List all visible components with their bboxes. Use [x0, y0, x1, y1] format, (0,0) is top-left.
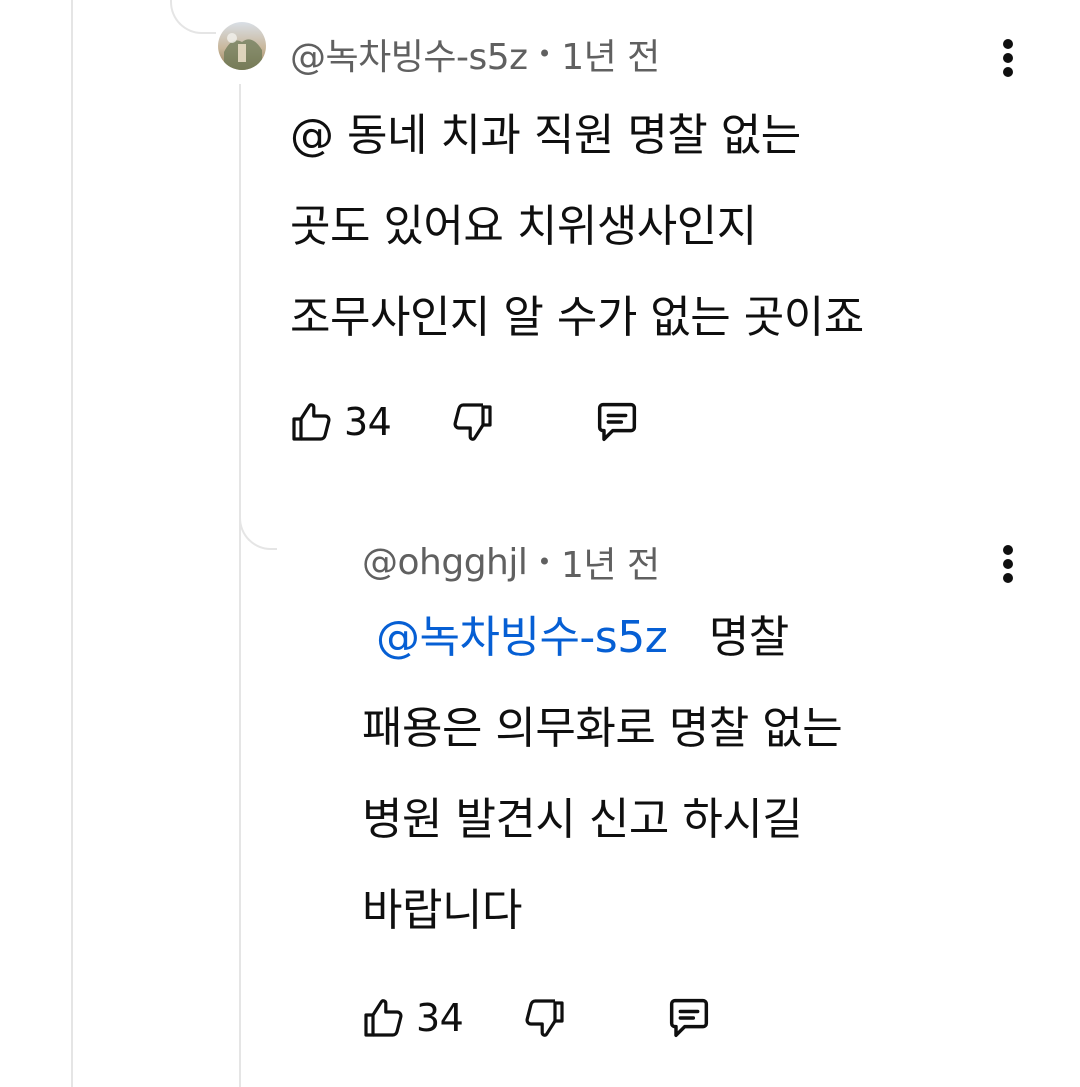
- more-vertical-icon: [1003, 545, 1013, 583]
- reply-button[interactable]: [663, 992, 715, 1044]
- like-button[interactable]: 34: [288, 398, 392, 446]
- comment-actions: 34: [360, 990, 715, 1046]
- comment-text: @녹차빙수-s5z 명찰 패용은 의무화로 명찰 없는 병원 발견시 신고 하시…: [362, 592, 843, 956]
- comment-text-line: @ 동네 치과 직원 명찰 없는: [290, 110, 801, 161]
- more-vertical-icon: [1003, 39, 1013, 77]
- comment-text-line: 바랍니다: [362, 885, 522, 936]
- comment-header: @녹차빙수-s5z • 1년 전: [290, 28, 660, 80]
- separator-dot: •: [537, 40, 552, 68]
- separator-dot: •: [537, 548, 552, 576]
- timestamp[interactable]: 1년 전: [561, 536, 660, 588]
- reply-comment-icon: [670, 998, 709, 1038]
- more-options-button[interactable]: [988, 540, 1028, 588]
- dislike-button[interactable]: [519, 994, 567, 1042]
- comment-text-line: 병원 발견시 신고 하시길: [362, 794, 803, 845]
- thumbs-down-icon: [525, 999, 564, 1037]
- comment-text-line: 조무사인지 알 수가 없는 곳이죠: [290, 292, 864, 343]
- comment-text: @ 동네 치과 직원 명찰 없는 곳도 있어요 치위생사인지 조무사인지 알 수…: [290, 90, 864, 363]
- comment-text-fragment: 명찰: [708, 612, 789, 663]
- reply-item: @ohgghjl • 1년 전 @녹차빙수-s5z 명찰 패용은 의무화로 명찰…: [0, 480, 1080, 1087]
- comment-actions: 34: [288, 394, 643, 450]
- comment-header: @ohgghjl • 1년 전: [362, 536, 660, 588]
- more-options-button[interactable]: [988, 34, 1028, 82]
- author-name[interactable]: @녹차빙수-s5z: [290, 28, 528, 80]
- avatar[interactable]: [218, 22, 266, 70]
- like-count: 34: [344, 400, 392, 444]
- mention-link[interactable]: @녹차빙수-s5z: [376, 612, 668, 663]
- author-name[interactable]: @ohgghjl: [362, 542, 528, 583]
- comment-text-line: 곳도 있어요 치위생사인지: [290, 201, 757, 252]
- comment-item: @녹차빙수-s5z • 1년 전 @ 동네 치과 직원 명찰 없는 곳도 있어요…: [0, 0, 1080, 480]
- reply-comment-icon: [598, 402, 637, 442]
- thumbs-down-icon: [453, 403, 492, 441]
- dislike-button[interactable]: [447, 398, 495, 446]
- like-button[interactable]: 34: [360, 994, 464, 1042]
- timestamp[interactable]: 1년 전: [561, 28, 660, 80]
- like-count: 34: [416, 996, 464, 1040]
- comment-text-line: @녹차빙수-s5z 명찰: [362, 592, 842, 683]
- reply-button[interactable]: [591, 396, 643, 448]
- thumbs-up-icon: [364, 999, 403, 1037]
- thumbs-up-icon: [292, 403, 331, 441]
- comment-text-line: 패용은 의무화로 명찰 없는: [362, 703, 843, 754]
